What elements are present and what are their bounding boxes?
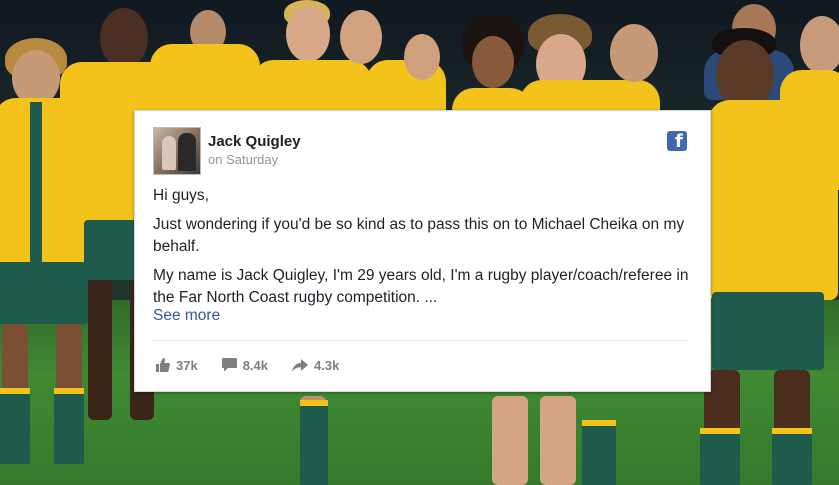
thumbs-up-icon [156,358,170,372]
comment-button[interactable]: 8.4k [221,357,269,373]
post-body: Hi guys, Just wondering if you'd be so k… [153,185,698,327]
post-timestamp[interactable]: on Saturday [208,152,278,167]
like-button[interactable]: 37k [155,358,198,373]
avatar[interactable] [153,127,201,175]
like-count: 37k [176,357,198,373]
post-author[interactable]: Jack Quigley [208,133,301,150]
share-arrow-icon [292,358,309,372]
post-paragraph: My name is Jack Quigley, I'm 29 years ol… [153,267,689,306]
share-count: 4.3k [314,357,340,373]
post-reactions-bar: 37k 8.4k 4.3k [155,356,339,374]
facebook-icon[interactable]: f [667,131,687,151]
divider [153,340,687,341]
share-button[interactable]: 4.3k [292,358,339,373]
comment-icon [221,358,237,372]
comment-count: 8.4k [242,357,269,373]
post-paragraph: Just wondering if you'd be so kind as to… [153,216,685,255]
post-paragraph: Hi guys, [153,187,209,204]
